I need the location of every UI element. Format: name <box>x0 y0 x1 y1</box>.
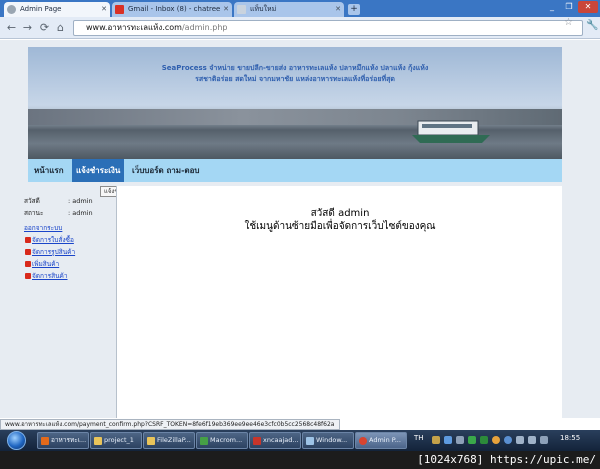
tray-app-icon[interactable] <box>480 436 488 444</box>
back-icon[interactable]: ← <box>4 20 19 35</box>
address-bar[interactable]: www.อาหารทะเลแห้ง.com/admin.php <box>73 20 583 36</box>
taskbar-label: Admin P... <box>369 436 401 444</box>
taskbar-label: project_1 <box>104 436 134 444</box>
manage-orders-link[interactable]: จัดการใบสั่งซื้อ <box>24 234 114 246</box>
screen: Admin Page ✕ Gmail - Inbox (8) - chatree… <box>0 0 600 469</box>
volume-icon[interactable] <box>528 436 536 444</box>
bullet-icon <box>25 261 31 267</box>
start-button[interactable] <box>7 431 26 450</box>
status-label: สถานะ <box>24 209 44 217</box>
tab-new-tab[interactable]: แท็บใหม่ ✕ <box>234 2 344 17</box>
close-tab-icon[interactable]: ✕ <box>223 2 229 17</box>
taskbar-button[interactable]: อาหารทะเ... <box>37 432 89 449</box>
url-host: www.อาหารทะเลแห้ง.com <box>86 23 182 32</box>
tray-app-icon[interactable] <box>492 436 500 444</box>
taskbar-button[interactable]: xncaajad... <box>249 432 301 449</box>
main-content: สวัสดี admin ใช้เมนูด้านซ้ายมือเพื่อจัดก… <box>116 186 562 418</box>
image-host-watermark: [1024x768] https://upic.me/ <box>0 451 600 469</box>
filezilla-icon <box>253 437 261 445</box>
banner-tagline-line1: SeaProcess จำหน่าย ขายปลีก-ขายส่ง อาหารท… <box>161 64 429 72</box>
taskbar-clock[interactable]: 18:55 <box>560 434 580 442</box>
welcome-instruction: ใช้เมนูด้านซ้ายมือเพื่อจัดการเว็บไซต์ของ… <box>244 221 436 232</box>
web-page: SeaProcess จำหน่าย ขายปลีก-ขายส่ง อาหารท… <box>0 40 600 418</box>
taskbar-button[interactable]: FileZillaP... <box>143 432 195 449</box>
menu-home[interactable]: หน้าแรก <box>34 159 64 182</box>
folder-icon <box>147 437 155 445</box>
macromedia-icon <box>200 437 208 445</box>
close-tab-icon[interactable]: ✕ <box>335 2 341 17</box>
admin-sidebar: สวัสดี : admin สถานะ : admin ออกจากระบบ … <box>24 195 114 282</box>
bullet-icon <box>25 273 31 279</box>
menu-webboard[interactable]: เว็บบอร์ด ถาม-ตอบ <box>132 159 199 182</box>
taskbar-label: Window... <box>316 436 348 444</box>
status-row: สถานะ : admin <box>24 207 114 219</box>
bullet-icon <box>25 249 31 255</box>
action-label: จัดการสินค้า <box>32 272 68 280</box>
tray-app-icon[interactable] <box>432 436 440 444</box>
bookmark-star-icon[interactable]: ☆ <box>564 17 573 28</box>
tray-app-icon[interactable] <box>504 436 512 444</box>
play-icon[interactable] <box>468 436 476 444</box>
tab-gmail[interactable]: Gmail - Inbox (8) - chatree ✕ <box>112 2 232 17</box>
taskbar-label: FileZillaP... <box>157 436 191 444</box>
greeting-row: สวัสดี : admin <box>24 195 114 207</box>
status-value: : admin <box>68 209 93 217</box>
menu-payment-notice[interactable]: แจ้งชำระเงิน <box>72 159 125 182</box>
page-icon <box>237 5 246 14</box>
manage-products-link[interactable]: จัดการสินค้า <box>24 270 114 282</box>
boat-illustration <box>412 120 490 143</box>
greeting-value: : admin <box>68 197 93 205</box>
globe-icon <box>7 5 16 14</box>
close-tab-icon[interactable]: ✕ <box>101 2 107 17</box>
windows-taskbar: อาหารทะเ... project_1 FileZillaP... Macr… <box>0 430 600 451</box>
tab-admin-page[interactable]: Admin Page ✕ <box>4 2 110 17</box>
action-label: จัดการรูปสินค้า <box>32 248 76 256</box>
url-path: /admin.php <box>181 23 228 32</box>
gmail-icon <box>115 5 124 14</box>
taskbar-label: xncaajad... <box>263 436 299 444</box>
action-label: จัดการใบสั่งซื้อ <box>32 236 74 244</box>
wrench-menu-icon[interactable]: 🔧 <box>586 20 598 31</box>
tab-label: Admin Page <box>20 5 62 13</box>
logout-link[interactable]: ออกจากระบบ <box>24 222 114 234</box>
forward-icon[interactable]: → <box>20 20 35 35</box>
action-label: เพิ่มสินค้า <box>32 260 60 268</box>
tray-app-icon[interactable] <box>456 436 464 444</box>
banner-tagline-line2: รสชาติอร่อย สดใหม่ จากมหาชัย แหล่งอาหารท… <box>195 75 395 83</box>
bullet-icon <box>25 237 31 243</box>
tray-app-icon[interactable] <box>444 436 452 444</box>
network-icon[interactable] <box>516 436 524 444</box>
minimize-icon[interactable]: _ <box>544 1 560 13</box>
close-window-icon[interactable]: ✕ <box>578 1 598 13</box>
browser-toolbar: ← → ⟳ ⌂ www.อาหารทะเลแห้ง.com/admin.php … <box>0 17 600 39</box>
taskbar-label: อาหารทะเ... <box>51 436 87 444</box>
taskbar-button[interactable]: project_1 <box>90 432 142 449</box>
manage-product-images-link[interactable]: จัดการรูปสินค้า <box>24 246 114 258</box>
greeting-label: สวัสดี <box>24 197 40 205</box>
link-status-bubble: www.อาหารทะเลแห้ง.com/payment_confirm.ph… <box>0 419 340 430</box>
window-icon <box>306 437 314 445</box>
tab-label: Gmail - Inbox (8) - chatree <box>128 5 221 13</box>
add-product-link[interactable]: เพิ่มสินค้า <box>24 258 114 270</box>
taskbar-button[interactable]: Window... <box>302 432 354 449</box>
site-menu-bar: หน้าแรก แจ้งชำระเงิน เว็บบอร์ด ถาม-ตอบ <box>28 159 562 182</box>
home-icon[interactable]: ⌂ <box>53 20 68 35</box>
taskbar-button[interactable]: Macrom... <box>196 432 248 449</box>
taskbar-button-active[interactable]: Admin P... <box>355 432 407 449</box>
browser-tab-strip: Admin Page ✕ Gmail - Inbox (8) - chatree… <box>0 0 600 17</box>
tab-label: แท็บใหม่ <box>250 5 277 13</box>
firefox-icon <box>41 437 49 445</box>
restore-icon[interactable]: ❐ <box>561 1 577 13</box>
folder-icon <box>94 437 102 445</box>
chrome-icon <box>359 437 367 445</box>
site-banner: SeaProcess จำหน่าย ขายปลีก-ขายส่ง อาหารท… <box>28 47 562 159</box>
new-tab-button[interactable]: + <box>348 4 360 15</box>
tray-app-icon[interactable] <box>540 436 548 444</box>
watermark-text: [1024x768] https://upic.me/ <box>417 453 596 466</box>
language-indicator[interactable]: TH <box>414 434 424 442</box>
taskbar-label: Macrom... <box>210 436 243 444</box>
reload-icon[interactable]: ⟳ <box>37 20 52 35</box>
